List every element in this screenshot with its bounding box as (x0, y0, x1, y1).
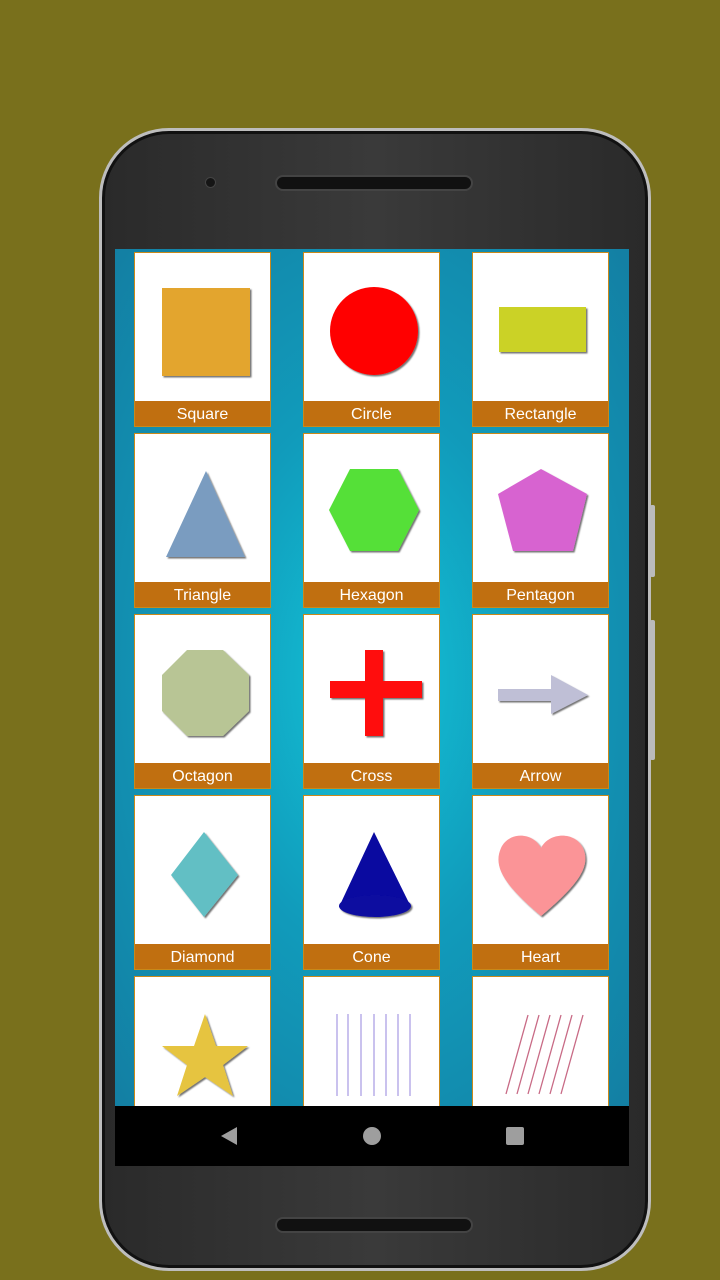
back-icon[interactable] (219, 1126, 239, 1146)
front-camera (205, 177, 216, 188)
square-icon (162, 288, 250, 376)
shape-label: Hexagon (304, 582, 439, 607)
shape-card-diamond[interactable]: Diamond (134, 795, 271, 970)
shape-card-star[interactable] (134, 976, 271, 1106)
shape-card-heart[interactable]: Heart (472, 795, 609, 970)
shapes-grid: Square Circle Rectangle Triangle Hexagon Pent… (115, 249, 629, 1106)
recents-icon[interactable] (505, 1126, 525, 1146)
shape-label: Cone (304, 944, 439, 969)
shape-card-circle[interactable]: Circle (303, 252, 440, 427)
shape-card-pentagon[interactable]: Pentagon (472, 433, 609, 608)
shape-label: Heart (473, 944, 608, 969)
shape-card-arrow[interactable]: Arrow (472, 614, 609, 789)
shape-card-slanted-lines[interactable] (472, 976, 609, 1106)
shape-label: Arrow (473, 763, 608, 788)
arrow-icon (498, 675, 588, 714)
octagon-icon (162, 650, 249, 736)
volume-button (650, 505, 655, 577)
shape-label: Pentagon (473, 582, 608, 607)
vertical-lines-icon (336, 1014, 411, 1096)
circle-icon (330, 287, 418, 375)
hexagon-icon (329, 469, 419, 551)
diamond-icon (171, 832, 238, 917)
cross-icon (330, 650, 422, 736)
pentagon-icon (498, 469, 587, 551)
shape-label: Rectangle (473, 401, 608, 426)
rectangle-icon (499, 307, 586, 352)
cone-icon (339, 832, 411, 917)
shape-label: Diamond (135, 944, 270, 969)
shape-label: Square (135, 401, 270, 426)
star-icon (162, 1014, 248, 1096)
shape-label: Cross (304, 763, 439, 788)
shape-label: Circle (304, 401, 439, 426)
bottom-speaker (275, 1217, 473, 1233)
shape-card-cone[interactable]: Cone (303, 795, 440, 970)
shape-card-triangle[interactable]: Triangle (134, 433, 271, 608)
triangle-icon (166, 471, 245, 557)
earpiece-speaker (275, 175, 473, 191)
slanted-lines-icon (505, 1014, 584, 1095)
shape-label: Octagon (135, 763, 270, 788)
shape-card-square[interactable]: Square (134, 252, 271, 427)
shape-card-cross[interactable]: Cross (303, 614, 440, 789)
power-button (650, 620, 655, 760)
shape-card-rectangle[interactable]: Rectangle (472, 252, 609, 427)
shape-label: Triangle (135, 582, 270, 607)
shape-card-hexagon[interactable]: Hexagon (303, 433, 440, 608)
heart-icon (498, 835, 586, 916)
shape-card-vertical-lines[interactable] (303, 976, 440, 1106)
home-icon[interactable] (362, 1126, 382, 1146)
shape-card-octagon[interactable]: Octagon (134, 614, 271, 789)
